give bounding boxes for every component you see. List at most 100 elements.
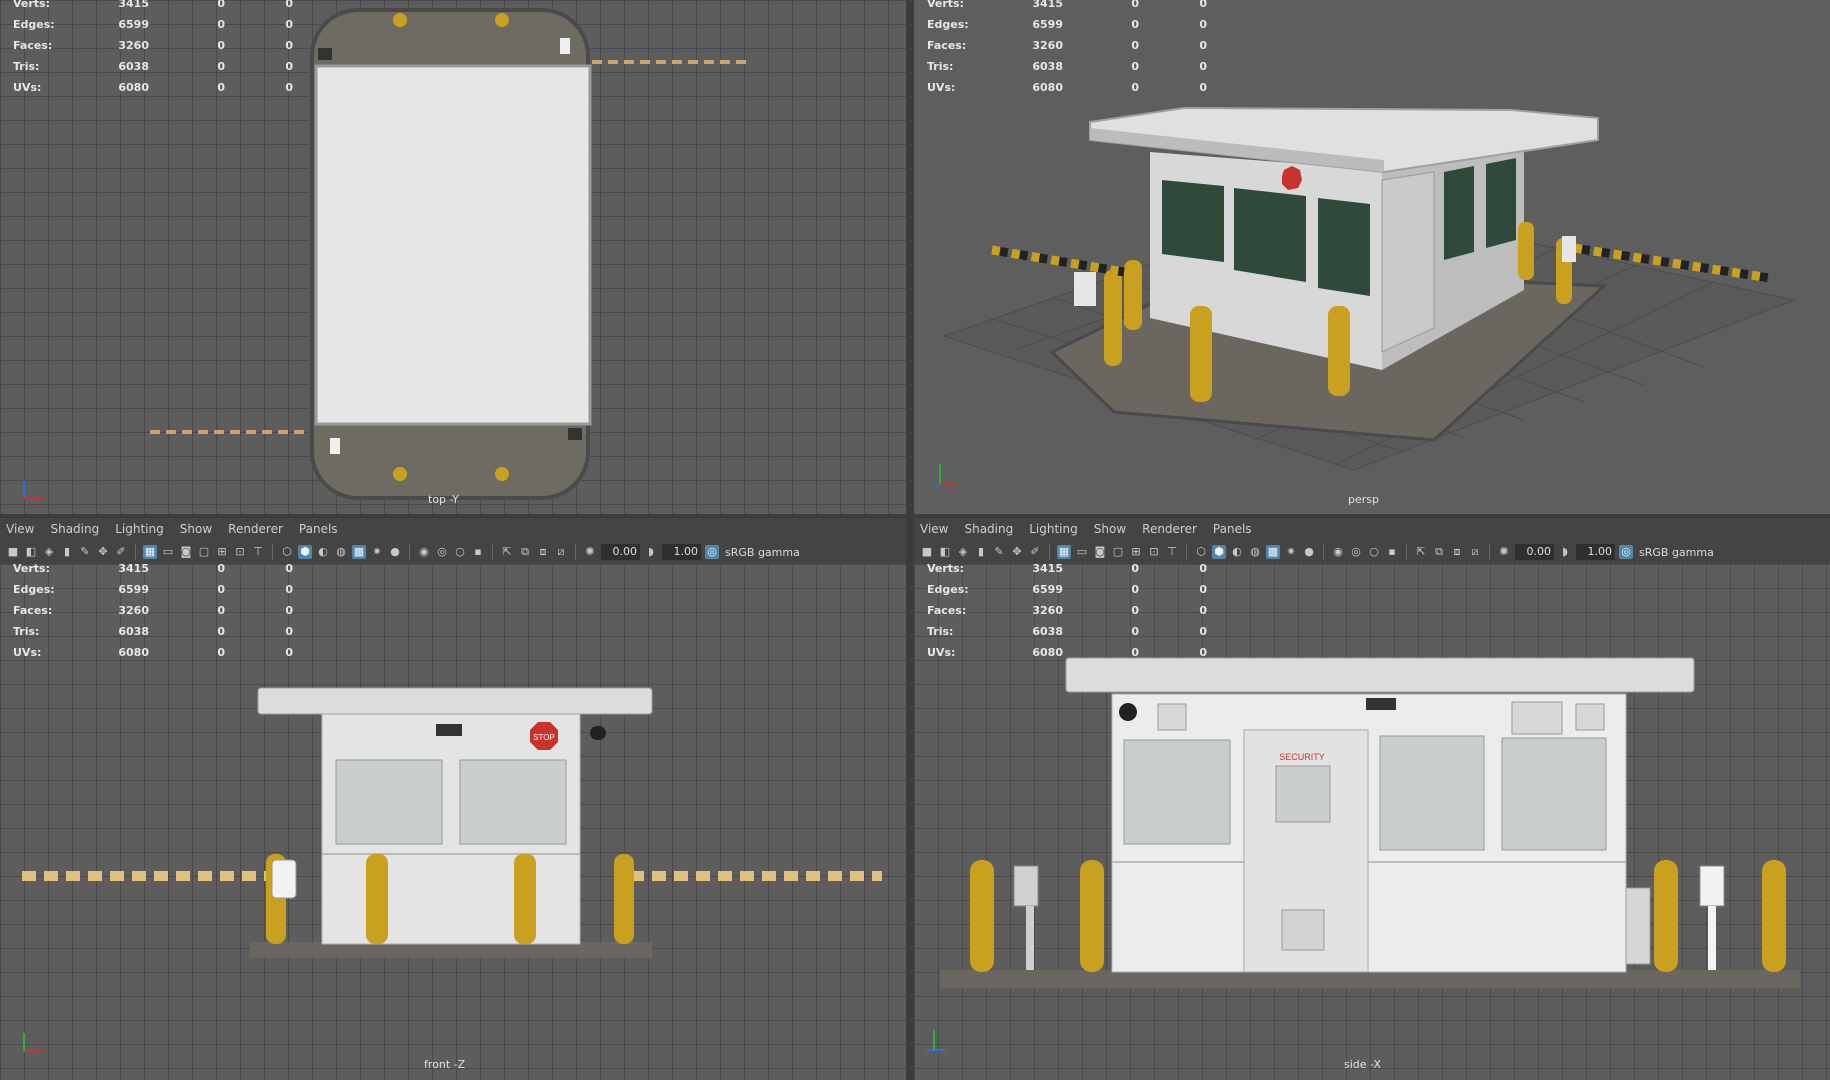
exposure-field[interactable]: 0.00 — [1515, 544, 1554, 560]
view-transform-label[interactable]: sRGB gamma — [725, 546, 800, 559]
lights-icon[interactable]: ✷ — [1284, 545, 1298, 559]
pan-zoom-icon[interactable]: ✥ — [1010, 545, 1024, 559]
safe-title-icon[interactable]: ⊤ — [1165, 545, 1179, 559]
motion-blur-icon[interactable]: ◎ — [435, 545, 449, 559]
pencil-icon[interactable]: ✎ — [78, 545, 92, 559]
film-gate-icon[interactable]: ▭ — [161, 545, 175, 559]
bollard — [1762, 860, 1786, 972]
color-management-icon[interactable]: ◎ — [1619, 545, 1633, 559]
view-transform-label[interactable]: sRGB gamma — [1639, 546, 1714, 559]
safe-action-icon[interactable]: ⊡ — [1147, 545, 1161, 559]
image-plane-icon[interactable]: ▮ — [60, 545, 74, 559]
textured-icon[interactable]: ▩ — [352, 545, 366, 559]
xray-icon[interactable]: ⧉ — [1432, 545, 1446, 559]
booth-window — [1162, 180, 1224, 262]
menu-show[interactable]: Show — [1088, 522, 1136, 536]
gamma-field[interactable]: 1.00 — [662, 544, 701, 560]
wireframe-on-shaded-icon[interactable]: ◍ — [1248, 545, 1262, 559]
depth-of-field-icon[interactable]: ▪ — [1385, 545, 1399, 559]
menu-panels[interactable]: Panels — [1207, 522, 1262, 536]
viewport-top[interactable]: Verts: 3415 0 0 Edges: 6599 0 0 Faces: 3260 0 0 T… — [0, 0, 906, 514]
menu-renderer[interactable]: Renderer — [1136, 522, 1207, 536]
wireframe-icon[interactable]: ⬡ — [280, 545, 294, 559]
menu-lighting[interactable]: Lighting — [109, 522, 174, 536]
camera-select-icon[interactable]: ■ — [920, 545, 934, 559]
gate-mask-icon[interactable]: ▢ — [197, 545, 211, 559]
menu-view[interactable]: View — [914, 522, 958, 536]
pencil-icon[interactable]: ✎ — [992, 545, 1006, 559]
safe-action-icon[interactable]: ⊡ — [233, 545, 247, 559]
field-chart-icon[interactable]: ⊞ — [215, 545, 229, 559]
menu-renderer[interactable]: Renderer — [222, 522, 293, 536]
textured-icon[interactable]: ▩ — [1266, 545, 1280, 559]
default-material-icon[interactable]: ◐ — [316, 545, 330, 559]
menu-lighting[interactable]: Lighting — [1023, 522, 1088, 536]
backface-culling-icon[interactable]: ⧄ — [554, 545, 568, 559]
gamma-field[interactable]: 1.00 — [1576, 544, 1615, 560]
image-plane-icon[interactable]: ▮ — [974, 545, 988, 559]
exposure-field[interactable]: 0.00 — [601, 544, 640, 560]
menu-view[interactable]: View — [0, 522, 44, 536]
menu-show[interactable]: Show — [174, 522, 222, 536]
grid-icon[interactable]: ▦ — [143, 545, 157, 559]
booth-base — [940, 970, 1800, 988]
anti-aliasing-icon[interactable]: ○ — [1367, 545, 1381, 559]
hud-row-edges: Edges: 6599 0 0 — [13, 583, 293, 596]
hud-row-tris: Tris: 6038 0 0 — [927, 60, 1207, 73]
gate-mask-icon[interactable]: ▢ — [1111, 545, 1125, 559]
resolution-gate-icon[interactable]: ◙ — [179, 545, 193, 559]
wireframe-icon[interactable]: ⬡ — [1194, 545, 1208, 559]
camera-attributes-icon[interactable]: ◧ — [938, 545, 952, 559]
color-management-icon[interactable]: ◎ — [705, 545, 719, 559]
screen-space-ao-icon[interactable]: ◉ — [417, 545, 431, 559]
screen-space-ao-icon[interactable]: ◉ — [1331, 545, 1345, 559]
exposure-icon[interactable]: ✺ — [1497, 545, 1511, 559]
camera-attributes-icon[interactable]: ◧ — [24, 545, 38, 559]
gamma-icon[interactable]: ◗ — [1558, 545, 1572, 559]
viewport-side[interactable]: SECURITY Verts:341500 Edges:659900 — [914, 564, 1830, 1080]
film-gate-icon[interactable]: ▭ — [1075, 545, 1089, 559]
xray-icon[interactable]: ⧉ — [518, 545, 532, 559]
menu-shading[interactable]: Shading — [958, 522, 1023, 536]
isolate-select-icon[interactable]: ⇱ — [1414, 545, 1428, 559]
isolate-select-icon[interactable]: ⇱ — [500, 545, 514, 559]
lights-icon[interactable]: ✷ — [370, 545, 384, 559]
axis-gizmo-icon — [23, 480, 44, 499]
shadows-icon[interactable]: ● — [388, 545, 402, 559]
menu-shading[interactable]: Shading — [44, 522, 109, 536]
hud-row-faces: Faces: 3260 0 0 — [13, 39, 293, 52]
grease-pencil-icon[interactable]: ✐ — [114, 545, 128, 559]
toolbar-separator — [409, 544, 410, 560]
default-material-icon[interactable]: ◐ — [1230, 545, 1244, 559]
xray-joints-icon[interactable]: ⧈ — [536, 545, 550, 559]
wireframe-on-shaded-icon[interactable]: ◍ — [334, 545, 348, 559]
resolution-gate-icon[interactable]: ◙ — [1093, 545, 1107, 559]
exposure-icon[interactable]: ✺ — [583, 545, 597, 559]
menu-panels[interactable]: Panels — [293, 522, 348, 536]
anti-aliasing-icon[interactable]: ○ — [453, 545, 467, 559]
motion-blur-icon[interactable]: ◎ — [1349, 545, 1363, 559]
field-chart-icon[interactable]: ⊞ — [1129, 545, 1143, 559]
viewport-front[interactable]: STOP Verts: 3415 0 0 Edges: 6599 0 0 Faces: 326… — [0, 564, 906, 1080]
safe-title-icon[interactable]: ⊤ — [251, 545, 265, 559]
smooth-shade-icon[interactable]: ⬢ — [298, 545, 312, 559]
backface-culling-icon[interactable]: ⧄ — [1468, 545, 1482, 559]
toolbar-separator — [575, 544, 576, 560]
booth-window — [1379, 735, 1485, 851]
xray-joints-icon[interactable]: ⧈ — [1450, 545, 1464, 559]
bookmark-icon[interactable]: ◈ — [956, 545, 970, 559]
grease-pencil-icon[interactable]: ✐ — [1028, 545, 1042, 559]
ticket-machine — [271, 859, 297, 899]
bookmark-icon[interactable]: ◈ — [42, 545, 56, 559]
gamma-icon[interactable]: ◗ — [644, 545, 658, 559]
depth-of-field-icon[interactable]: ▪ — [471, 545, 485, 559]
pan-zoom-icon[interactable]: ✥ — [96, 545, 110, 559]
viewport-divider-vertical[interactable] — [906, 0, 914, 1080]
shadows-icon[interactable]: ● — [1302, 545, 1316, 559]
camera-select-icon[interactable]: ■ — [6, 545, 20, 559]
smooth-shade-icon[interactable]: ⬢ — [1212, 545, 1226, 559]
grid-icon[interactable]: ▦ — [1057, 545, 1071, 559]
viewport-persp[interactable]: Verts: 3415 0 0 Edges: 6599 0 0 Faces: 3260 0 0 T… — [914, 0, 1830, 514]
bollard — [393, 13, 407, 27]
camera-label-top: top -Y — [428, 493, 459, 506]
